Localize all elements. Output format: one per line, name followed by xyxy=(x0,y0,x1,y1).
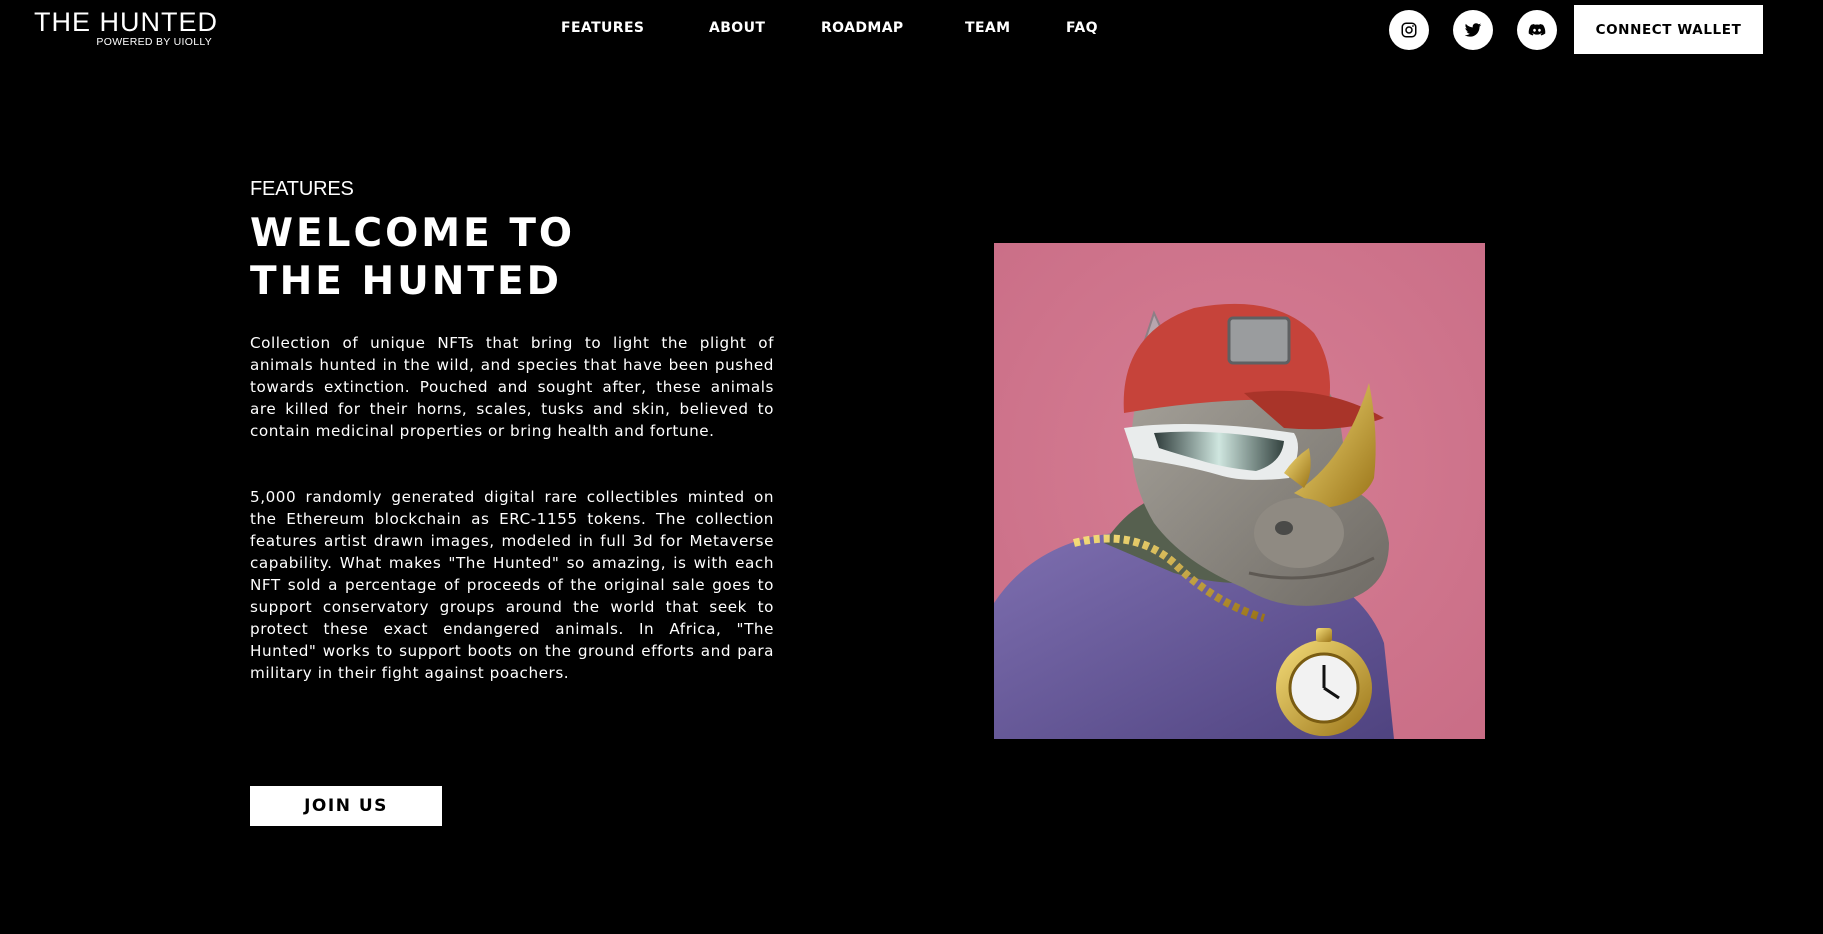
page-title: WELCOME TO THE HUNTED xyxy=(250,210,575,306)
headline-line-2: THE HUNTED xyxy=(250,259,563,304)
site-logo[interactable]: THE HUNTED POWERED BY UIOLLY xyxy=(34,7,218,48)
logo-title: THE HUNTED xyxy=(34,7,218,37)
instagram-icon xyxy=(1401,22,1417,38)
twitter-icon xyxy=(1464,23,1482,37)
join-us-button[interactable]: JOIN US xyxy=(250,786,442,826)
nav-item-faq[interactable]: FAQ xyxy=(1066,20,1098,36)
discord-button[interactable] xyxy=(1517,10,1557,50)
connect-wallet-button[interactable]: CONNECT WALLET xyxy=(1574,5,1763,54)
hero-nft-image xyxy=(994,243,1485,739)
intro-paragraph: Collection of unique NFTs that bring to … xyxy=(250,334,774,440)
nav-item-roadmap[interactable]: ROADMAP xyxy=(821,20,904,36)
twitter-button[interactable] xyxy=(1453,10,1493,50)
nav-item-features[interactable]: FEATURES xyxy=(561,20,644,36)
discord-icon xyxy=(1528,24,1546,36)
logo-subtitle: POWERED BY UIOLLY xyxy=(96,36,212,48)
details-paragraph: 5,000 randomly generated digital rare co… xyxy=(250,488,774,682)
section-eyebrow: FEATURES xyxy=(250,178,354,200)
headline-line-1: WELCOME TO xyxy=(250,211,576,256)
instagram-button[interactable] xyxy=(1389,10,1429,50)
nav-item-about[interactable]: ABOUT xyxy=(709,20,765,36)
rhino-illustration xyxy=(994,243,1485,739)
nav-item-team[interactable]: TEAM xyxy=(965,20,1010,36)
